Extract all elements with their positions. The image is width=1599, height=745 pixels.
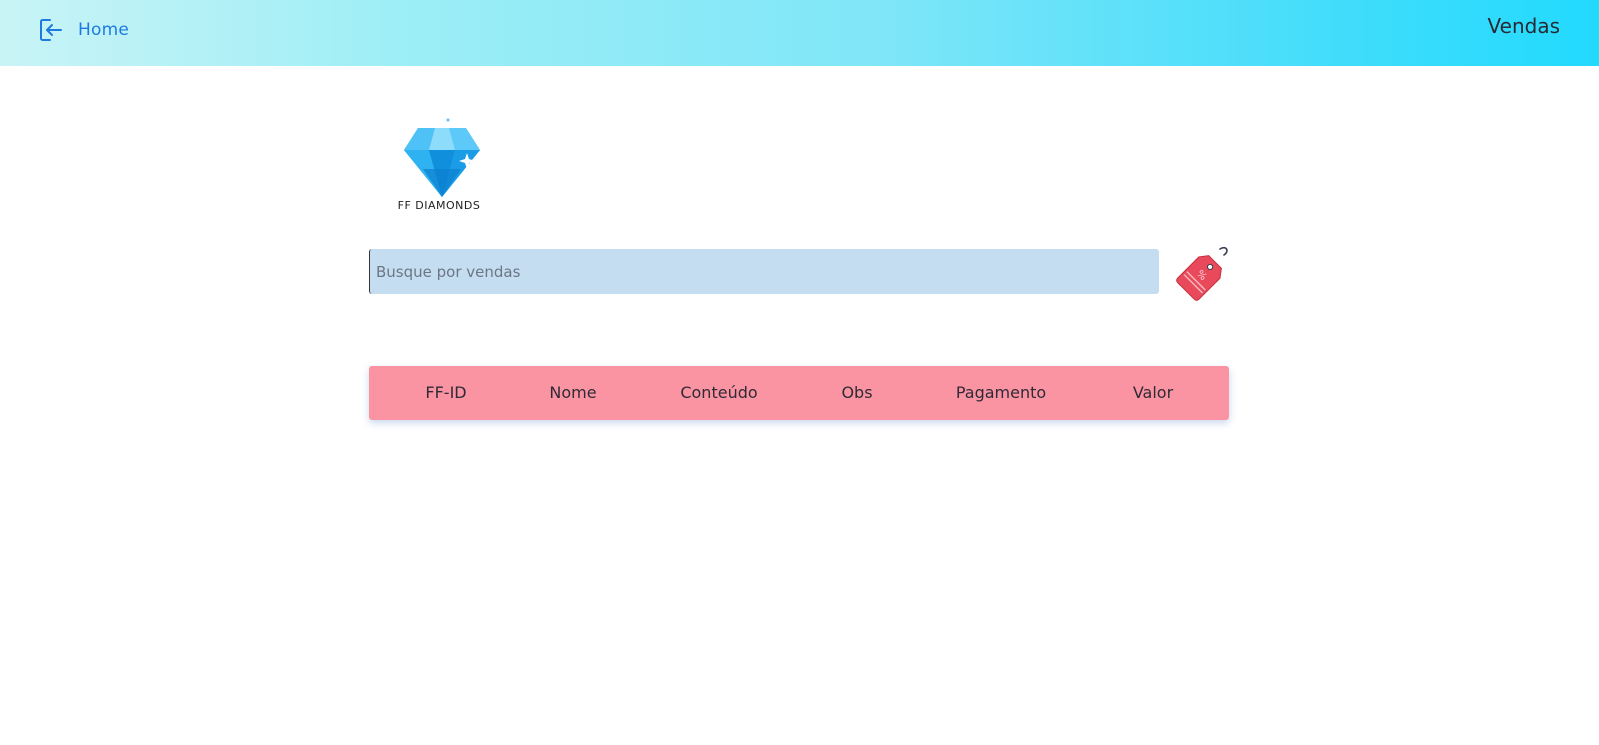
diamond-logo-icon: FF DIAMONDS bbox=[398, 118, 481, 212]
sales-table-header: FF-ID Nome Conteúdo Obs Pagamento Valor bbox=[369, 366, 1229, 420]
logout-arrow-icon bbox=[40, 19, 62, 41]
home-label: Home bbox=[78, 20, 130, 40]
brand-logo: FF DIAMONDS bbox=[383, 117, 495, 213]
column-header-conteudo[interactable]: Conteúdo bbox=[680, 366, 757, 420]
search-input[interactable] bbox=[369, 249, 1159, 294]
discount-tag-icon: % bbox=[1176, 246, 1228, 301]
discount-tag-button[interactable]: % bbox=[1174, 243, 1232, 301]
top-header: Home Vendas bbox=[0, 0, 1599, 66]
column-header-pagamento[interactable]: Pagamento bbox=[956, 366, 1046, 420]
home-link[interactable]: Home bbox=[38, 17, 129, 43]
column-header-valor[interactable]: Valor bbox=[1133, 366, 1173, 420]
svg-text:FF DIAMONDS: FF DIAMONDS bbox=[398, 199, 481, 212]
page-title: Vendas bbox=[1487, 14, 1560, 38]
column-header-obs[interactable]: Obs bbox=[841, 366, 872, 420]
column-header-ff-id[interactable]: FF-ID bbox=[425, 366, 466, 420]
column-header-nome[interactable]: Nome bbox=[549, 366, 596, 420]
